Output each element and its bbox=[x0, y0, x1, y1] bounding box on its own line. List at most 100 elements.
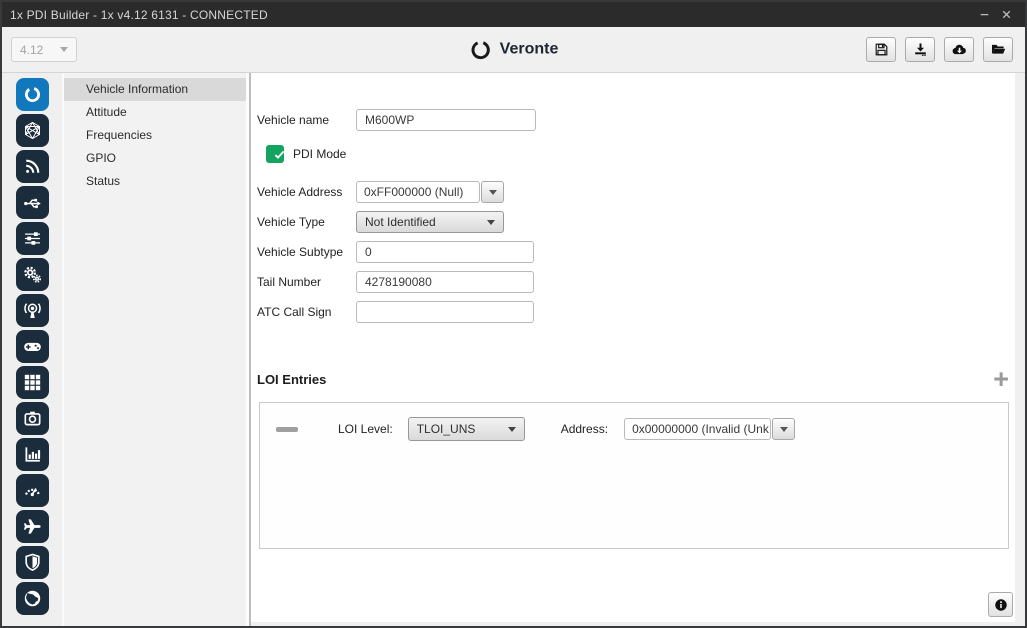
podcast-icon bbox=[22, 300, 43, 321]
menu-item-status[interactable]: Status bbox=[64, 170, 246, 193]
veronte-ring-logo-icon bbox=[469, 38, 492, 61]
sidebar-item-shield[interactable] bbox=[16, 546, 49, 579]
tail-number-label: Tail Number bbox=[257, 275, 356, 289]
title-bar: 1x PDI Builder - 1x v4.12 6131 - CONNECT… bbox=[2, 2, 1025, 27]
menu-item-vehicle-information[interactable]: Vehicle Information bbox=[64, 78, 246, 101]
content-panel: Vehicle name PDI Mode Vehicle Address 0x… bbox=[251, 73, 1015, 622]
gamepad-icon bbox=[22, 336, 43, 357]
chevron-down-icon bbox=[508, 427, 516, 432]
cloud-download-icon bbox=[951, 41, 968, 58]
sliders-icon bbox=[22, 228, 43, 249]
vehicle-subtype-row: Vehicle Subtype bbox=[257, 241, 1015, 263]
sidebar-item-usb[interactable] bbox=[16, 186, 49, 219]
vehicle-name-input[interactable] bbox=[356, 109, 536, 131]
gauge-icon bbox=[22, 480, 43, 501]
vehicle-name-row: Vehicle name bbox=[257, 109, 1015, 131]
save-button[interactable] bbox=[866, 37, 896, 62]
sidebar-item-gauge[interactable] bbox=[16, 474, 49, 507]
cloud-download-button[interactable] bbox=[944, 37, 974, 62]
rss-icon bbox=[22, 156, 43, 177]
chevron-down-icon bbox=[489, 190, 497, 195]
brand-name: Veronte bbox=[500, 41, 559, 59]
plane-icon bbox=[22, 516, 43, 537]
sidebar-item-gears[interactable] bbox=[16, 258, 49, 291]
version-dropdown[interactable]: 4.12 bbox=[11, 37, 77, 62]
pdi-mode-row: PDI Mode bbox=[257, 145, 1015, 163]
veronte-ring-icon bbox=[22, 84, 43, 105]
sidebar-item-veronte-ring[interactable] bbox=[16, 78, 49, 111]
loi-level-label: LOI Level: bbox=[338, 422, 393, 436]
close-button[interactable] bbox=[995, 6, 1017, 24]
sidebar-item-bar-chart[interactable] bbox=[16, 438, 49, 471]
check-icon bbox=[273, 148, 286, 161]
menu-item-attitude[interactable]: Attitude bbox=[64, 101, 246, 124]
toolbar-buttons bbox=[866, 37, 1013, 62]
sidebar-item-podcast[interactable] bbox=[16, 294, 49, 327]
vehicle-subtype-input[interactable] bbox=[356, 241, 534, 263]
vehicle-subtype-label: Vehicle Subtype bbox=[257, 245, 356, 259]
atc-call-sign-label: ATC Call Sign bbox=[257, 305, 356, 319]
loi-level-select[interactable]: TLOI_UNS bbox=[408, 417, 525, 441]
atc-call-sign-row: ATC Call Sign bbox=[257, 301, 1015, 323]
vehicle-address-dropdown-button[interactable] bbox=[481, 181, 504, 203]
camera-icon bbox=[22, 408, 43, 429]
sidebar-item-sliders[interactable] bbox=[16, 222, 49, 255]
sidebar-item-rss[interactable] bbox=[16, 150, 49, 183]
tail-number-row: Tail Number bbox=[257, 271, 1015, 293]
loi-address-label: Address: bbox=[561, 422, 608, 436]
tail-number-input[interactable] bbox=[356, 271, 534, 293]
sidebar-item-plane[interactable] bbox=[16, 510, 49, 543]
add-loi-entry-button[interactable]: + bbox=[993, 369, 1009, 389]
open-folder-icon bbox=[990, 41, 1007, 58]
vehicle-address-combobox: 0xFF000000 (Null) bbox=[356, 181, 504, 203]
toolbar: 4.12 Veronte bbox=[2, 27, 1025, 73]
app-window: 1x PDI Builder - 1x v4.12 6131 - CONNECT… bbox=[0, 0, 1027, 628]
loi-entries-header: LOI Entries + bbox=[257, 369, 1015, 389]
minimize-button[interactable] bbox=[973, 6, 995, 24]
chevron-down-icon bbox=[780, 427, 788, 432]
gears-icon bbox=[22, 264, 43, 285]
loi-level-value: TLOI_UNS bbox=[417, 422, 476, 436]
sidebar-item-globe[interactable] bbox=[16, 582, 49, 615]
loi-entries-panel: LOI Level: TLOI_UNS Address: 0x00000000 (In… bbox=[259, 402, 1009, 549]
remove-loi-entry-button[interactable] bbox=[276, 427, 298, 432]
pdi-mode-label: PDI Mode bbox=[293, 147, 346, 161]
window-title: 1x PDI Builder - 1x v4.12 6131 - CONNECT… bbox=[10, 8, 268, 22]
usb-icon bbox=[22, 192, 43, 213]
import-button[interactable] bbox=[905, 37, 935, 62]
vehicle-type-value: Not Identified bbox=[365, 215, 436, 229]
sidebar-item-grid[interactable] bbox=[16, 366, 49, 399]
vehicle-address-row: Vehicle Address 0xFF000000 (Null) bbox=[257, 181, 1015, 203]
menu-panel: Vehicle InformationAttitudeFrequenciesGP… bbox=[64, 73, 246, 626]
info-button[interactable] bbox=[988, 592, 1013, 617]
menu-item-frequencies[interactable]: Frequencies bbox=[64, 124, 246, 147]
vehicle-type-row: Vehicle Type Not Identified bbox=[257, 211, 1015, 233]
vehicle-address-value[interactable]: 0xFF000000 (Null) bbox=[356, 181, 480, 203]
pdi-mode-checkbox[interactable] bbox=[266, 145, 284, 163]
sidebar-item-camera[interactable] bbox=[16, 402, 49, 435]
version-value: 4.12 bbox=[20, 43, 43, 57]
menu-item-gpio[interactable]: GPIO bbox=[64, 147, 246, 170]
shield-icon bbox=[22, 552, 43, 573]
open-file-button[interactable] bbox=[983, 37, 1013, 62]
loi-entries-title: LOI Entries bbox=[257, 372, 326, 387]
vehicle-address-label: Vehicle Address bbox=[257, 185, 356, 199]
vehicle-name-label: Vehicle name bbox=[257, 113, 356, 127]
sidebar-item-hexagon-mesh[interactable] bbox=[16, 114, 49, 147]
brand-logo: Veronte bbox=[469, 38, 559, 61]
floppy-icon bbox=[873, 41, 890, 58]
icon-sidebar bbox=[2, 73, 64, 626]
chevron-down-icon bbox=[487, 220, 495, 225]
globe-icon bbox=[22, 588, 43, 609]
info-icon bbox=[993, 597, 1009, 613]
download-tray-icon bbox=[912, 41, 929, 58]
sidebar-item-gamepad[interactable] bbox=[16, 330, 49, 363]
atc-call-sign-input[interactable] bbox=[356, 301, 534, 323]
loi-address-dropdown-button[interactable] bbox=[772, 418, 795, 440]
loi-address-value[interactable]: 0x00000000 (Invalid (Unk bbox=[624, 418, 771, 440]
bar-chart-icon bbox=[22, 444, 43, 465]
hexagon-mesh-icon bbox=[22, 120, 43, 141]
vehicle-type-select[interactable]: Not Identified bbox=[356, 211, 504, 233]
loi-address-combobox: 0x00000000 (Invalid (Unk bbox=[624, 418, 795, 440]
loi-entry-row: LOI Level: TLOI_UNS Address: 0x00000000 (In… bbox=[260, 403, 1008, 441]
